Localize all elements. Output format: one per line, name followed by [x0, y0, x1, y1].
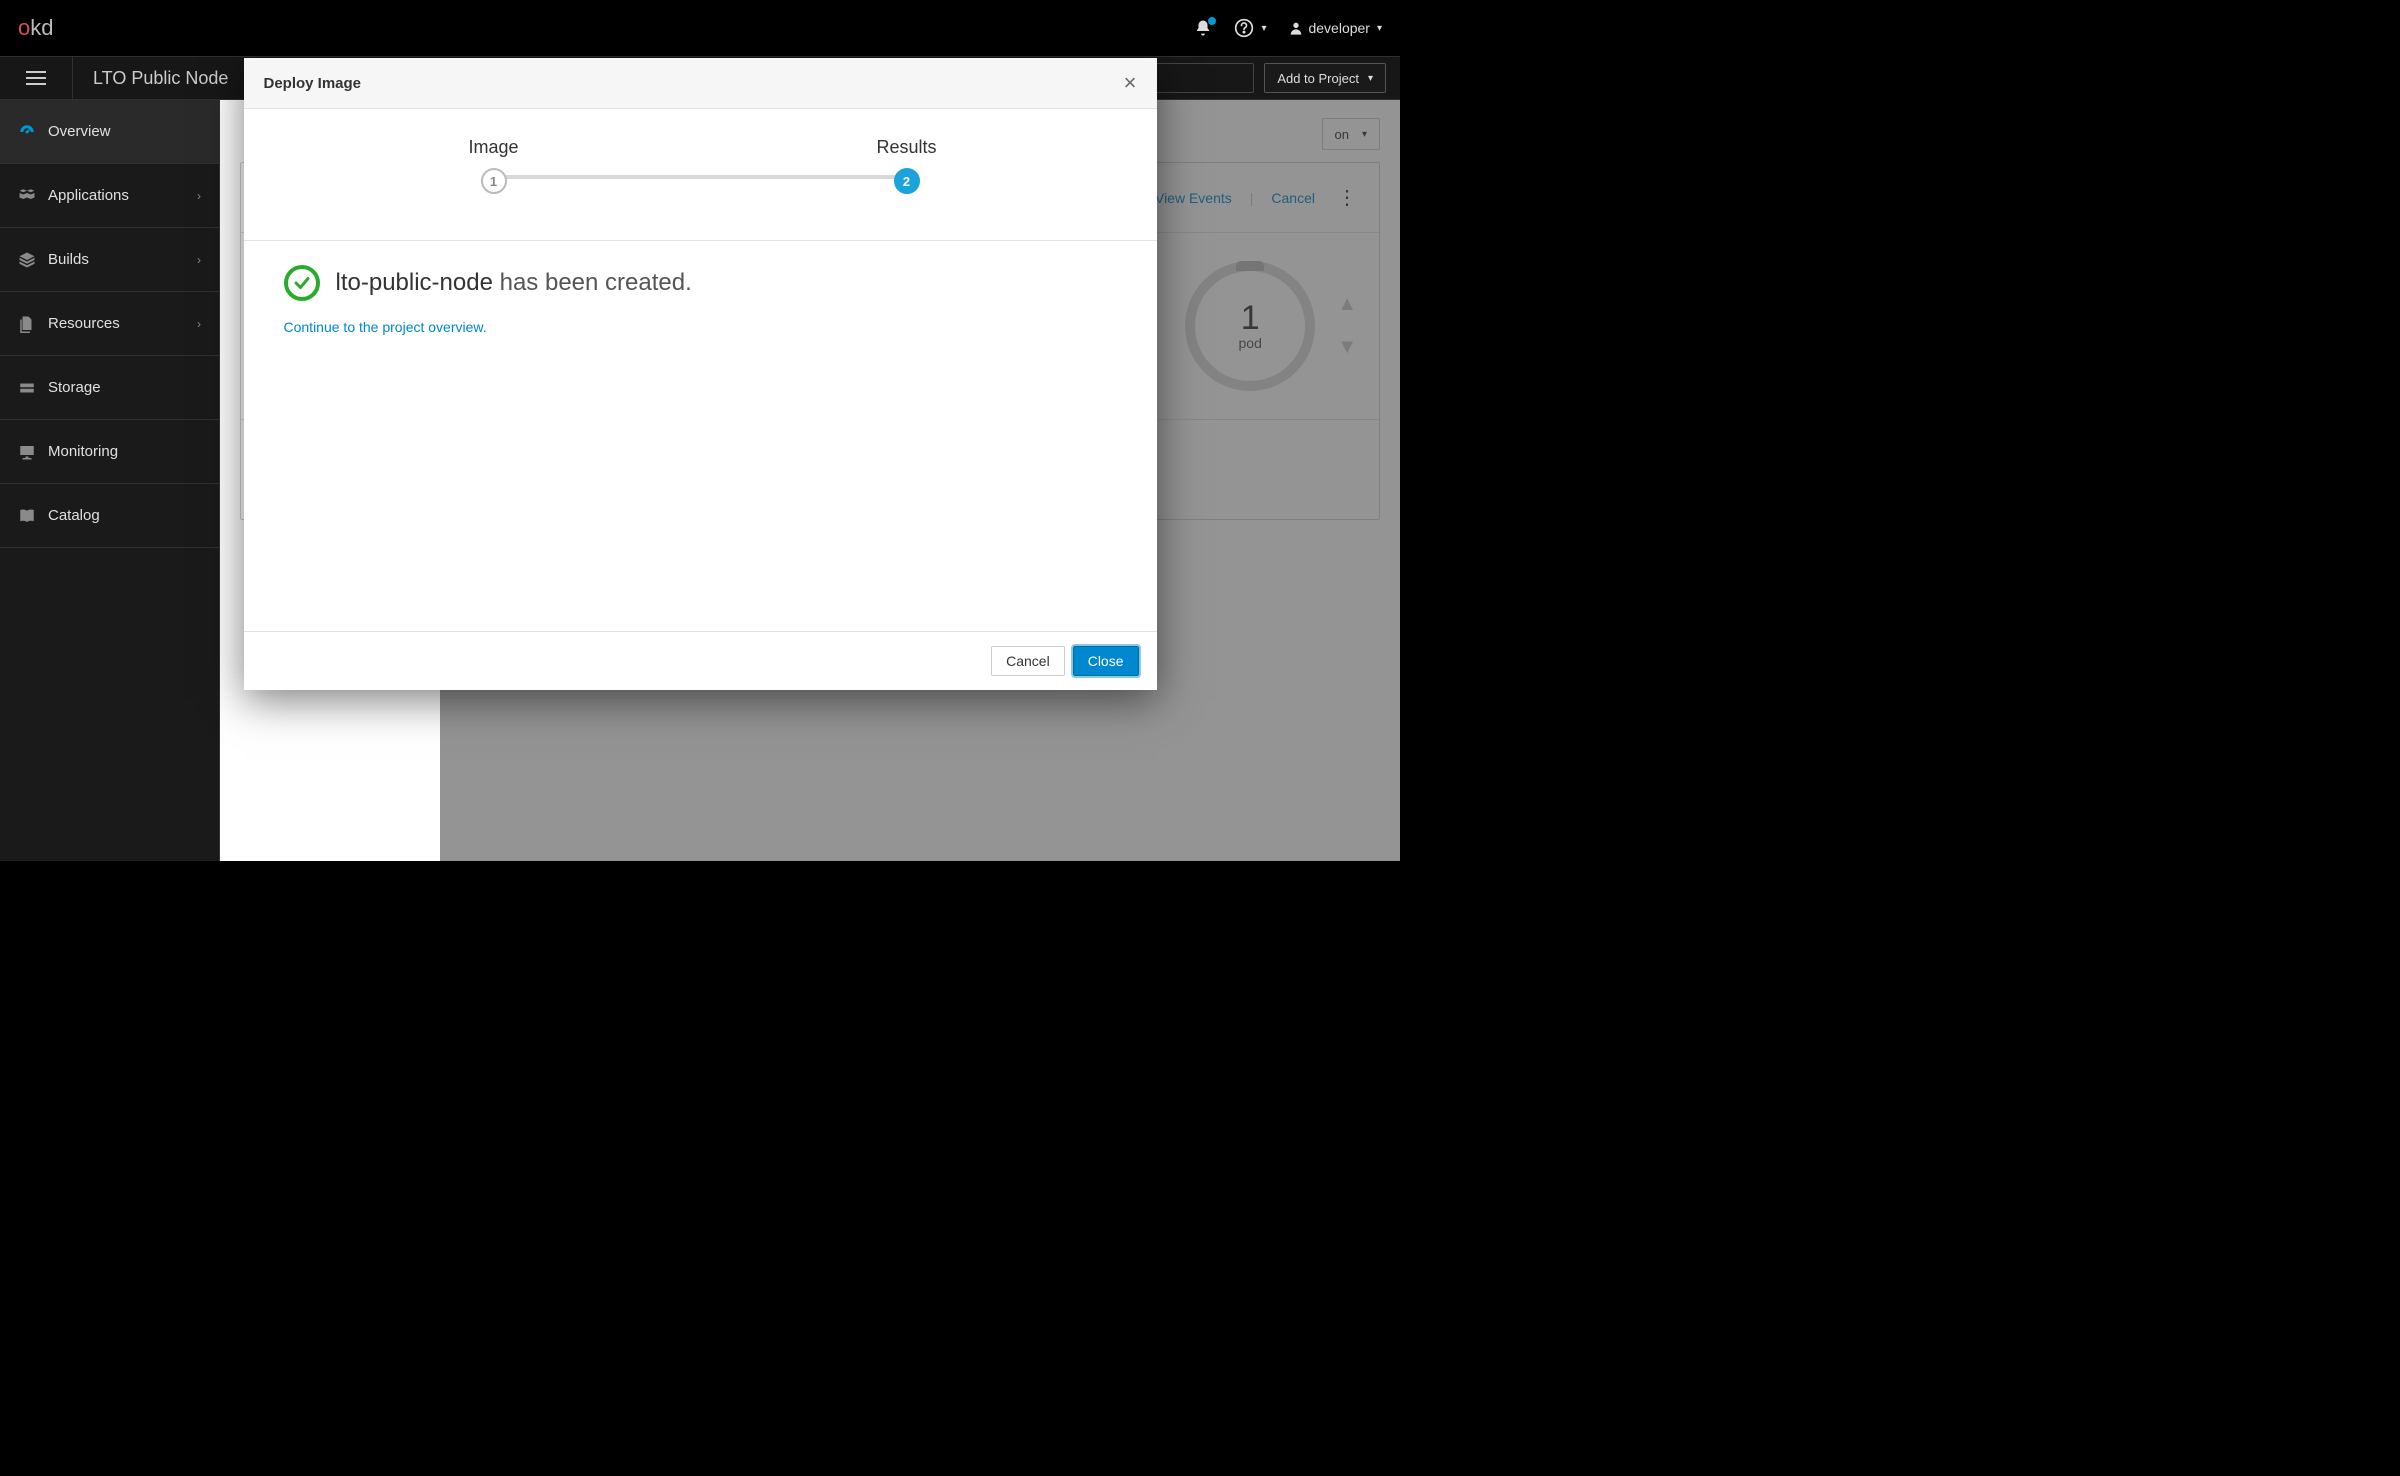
- notifications-bell-icon[interactable]: [1194, 19, 1212, 37]
- top-navbar: okd ▾ developer ▾: [0, 0, 1400, 56]
- notification-dot: [1208, 17, 1216, 25]
- close-icon[interactable]: ×: [1124, 72, 1137, 94]
- modal-title: Deploy Image: [264, 75, 362, 92]
- wizard-step-image[interactable]: Image 1: [464, 137, 524, 194]
- user-menu[interactable]: developer ▾: [1288, 20, 1382, 36]
- wizard-step-number: 1: [481, 168, 507, 194]
- result-name: lto-public-node: [336, 269, 493, 296]
- wizard-step-label: Image: [468, 137, 518, 158]
- wizard-step-number: 2: [894, 168, 920, 194]
- result-message: lto-public-node has been created.: [336, 269, 692, 297]
- success-check-icon: [284, 265, 320, 301]
- close-button[interactable]: Close: [1073, 646, 1139, 676]
- help-menu[interactable]: ▾: [1234, 18, 1266, 38]
- brand-letter-o: o: [18, 15, 30, 40]
- brand-logo[interactable]: okd: [18, 15, 54, 41]
- continue-to-overview-link[interactable]: Continue to the project overview.: [284, 319, 487, 335]
- wizard-step-results[interactable]: Results 2: [877, 137, 937, 194]
- chevron-down-icon: ▾: [1261, 23, 1266, 34]
- cancel-button[interactable]: Cancel: [991, 646, 1065, 676]
- deploy-image-modal: Deploy Image × Image 1 Results 2: [244, 58, 1157, 690]
- username-label: developer: [1308, 20, 1370, 36]
- wizard-steps: Image 1 Results 2: [244, 109, 1157, 241]
- wizard-step-label: Results: [876, 137, 936, 158]
- chevron-down-icon: ▾: [1377, 23, 1382, 34]
- brand-letters-kd: kd: [30, 15, 53, 40]
- result-suffix: has been created.: [493, 269, 692, 296]
